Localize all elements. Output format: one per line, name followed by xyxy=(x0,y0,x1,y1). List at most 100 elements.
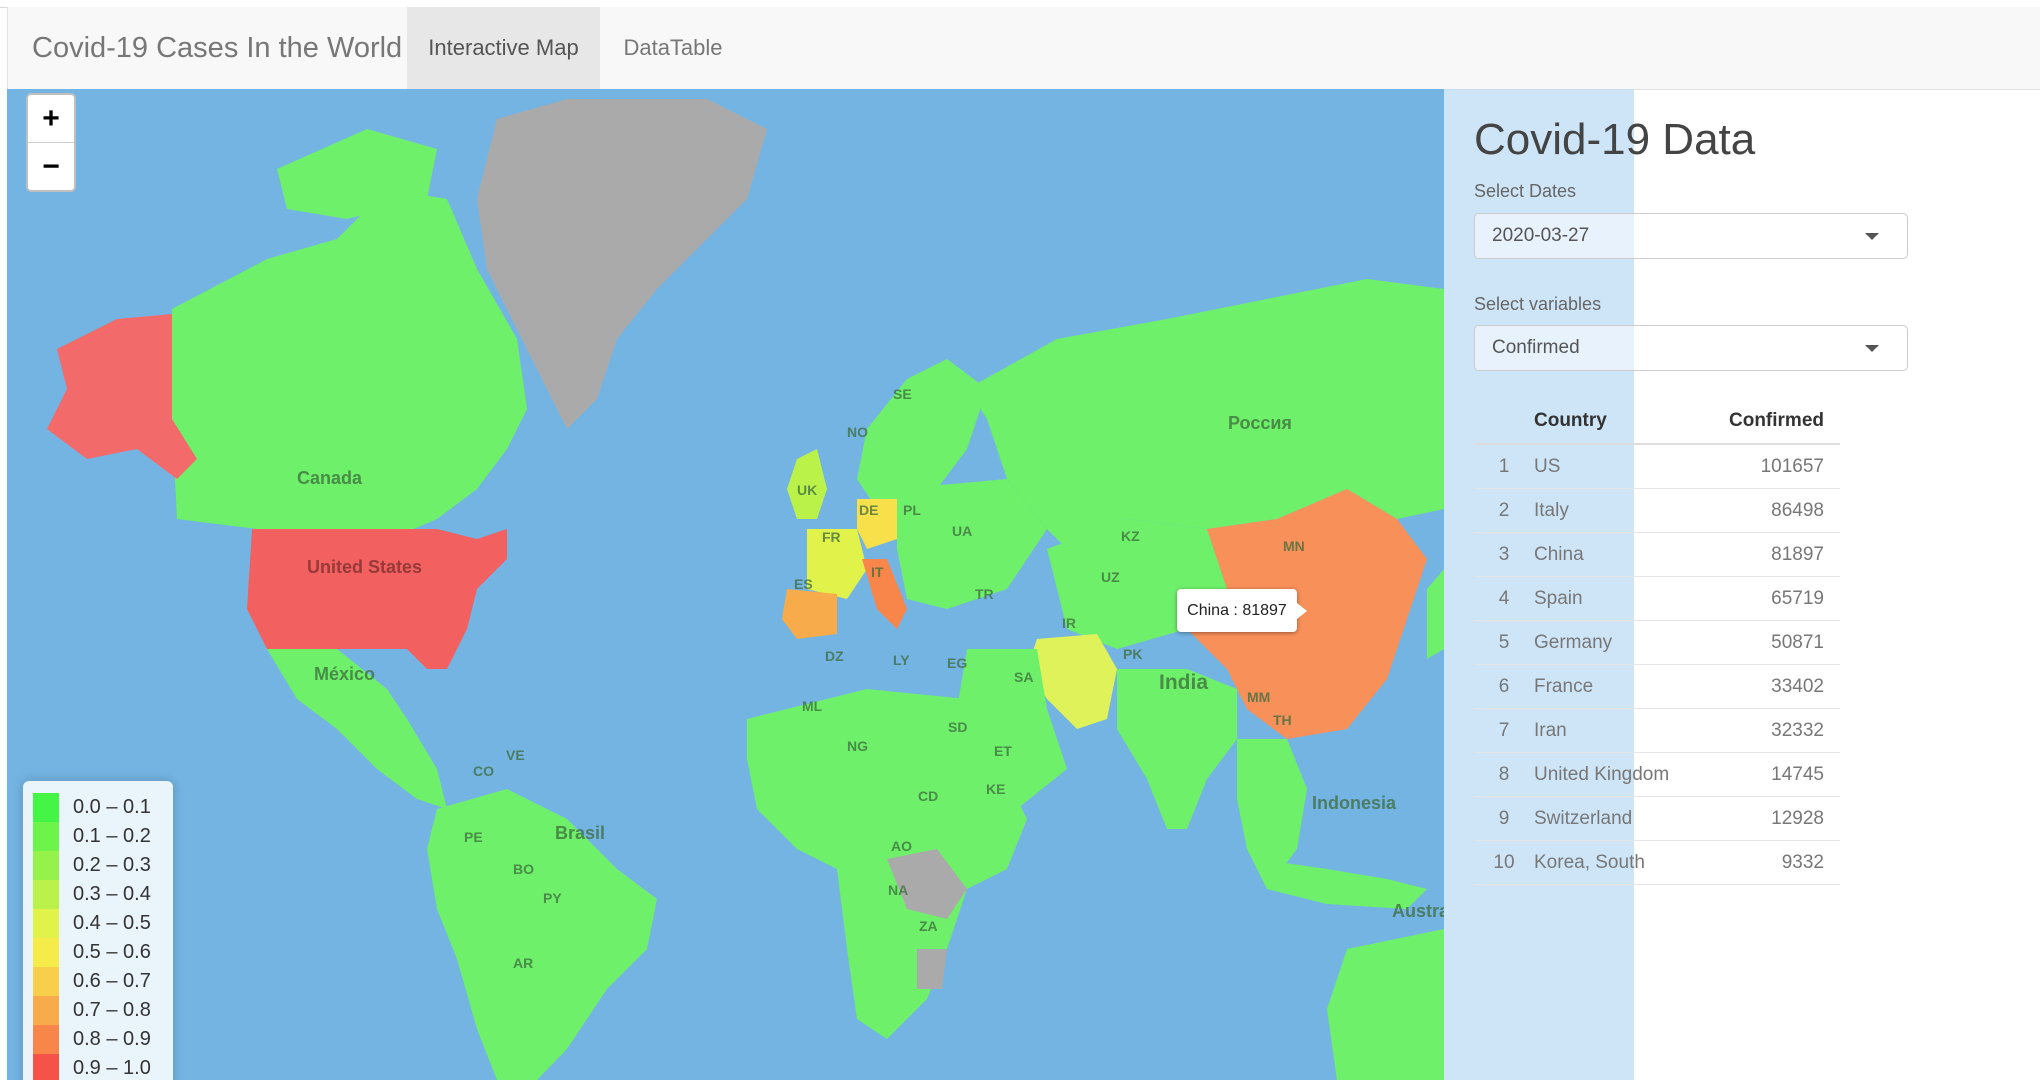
zoom-out-button[interactable]: − xyxy=(28,143,74,190)
cell-rank: 4 xyxy=(1474,576,1533,621)
cell-rank: 7 xyxy=(1474,708,1533,753)
select-dates-value: 2020-03-27 xyxy=(1492,225,1590,246)
legend-label: 0.1 – 0.2 xyxy=(73,825,151,847)
table-row[interactable]: 7 Iran 32332 xyxy=(1474,708,1840,753)
table-row[interactable]: 1 US 101657 xyxy=(1474,444,1840,489)
legend-item: 0.0 – 0.1 xyxy=(33,793,163,822)
label-na: NA xyxy=(888,882,909,898)
legend-swatch xyxy=(33,909,59,938)
cell-country: Italy xyxy=(1533,488,1705,533)
map-tooltip: China : 81897 xyxy=(1177,589,1307,632)
table-row[interactable]: 3 China 81897 xyxy=(1474,532,1840,577)
legend-item: 0.5 – 0.6 xyxy=(33,938,163,967)
legend-label: 0.3 – 0.4 xyxy=(73,883,151,905)
legend-swatch xyxy=(33,851,59,880)
label-ly: LY xyxy=(893,652,910,668)
label-bo: BO xyxy=(513,861,534,877)
label-no: NO xyxy=(847,424,868,440)
select-dates-dropdown[interactable]: 2020-03-27 xyxy=(1474,213,1908,259)
side-panel: Covid-19 Data Select Dates 2020-03-27 Se… xyxy=(1474,89,2040,1080)
spain xyxy=(782,589,837,639)
italy xyxy=(862,559,907,629)
cell-confirmed: 86498 xyxy=(1705,488,1840,533)
cell-confirmed: 65719 xyxy=(1705,576,1840,621)
japan xyxy=(1427,569,1444,659)
table-row[interactable]: 4 Spain 65719 xyxy=(1474,576,1840,621)
world-map[interactable]: Canada United States México Brasil Росси… xyxy=(7,89,1444,1080)
legend-item: 0.7 – 0.8 xyxy=(33,996,163,1025)
label-uz: UZ xyxy=(1101,569,1120,585)
canada xyxy=(172,189,527,549)
table-header-row: Country Confirmed xyxy=(1474,399,1840,445)
label-es: ES xyxy=(794,576,813,592)
cell-rank: 8 xyxy=(1474,752,1533,797)
table-row[interactable]: 9 Switzerland 12928 xyxy=(1474,796,1840,841)
cell-country: Korea, South xyxy=(1533,840,1705,885)
map-legend: 0.0 – 0.1 0.1 – 0.2 0.2 – 0.3 0.3 – 0.4 0.4 … xyxy=(23,781,173,1080)
legend-label: 0.8 – 0.9 xyxy=(73,1028,151,1050)
cell-confirmed: 9332 xyxy=(1705,840,1840,885)
chevron-down-icon xyxy=(1865,233,1879,240)
label-united-states: United States xyxy=(307,557,423,577)
legend-swatch xyxy=(33,822,59,851)
table-row[interactable]: 10 Korea, South 9332 xyxy=(1474,840,1840,885)
legend-label: 0.5 – 0.6 xyxy=(73,941,151,963)
legend-item: 0.4 – 0.5 xyxy=(33,909,163,938)
table-row[interactable]: 5 Germany 50871 xyxy=(1474,620,1840,665)
header-confirmed[interactable]: Confirmed xyxy=(1705,399,1840,445)
legend-swatch xyxy=(33,1025,59,1054)
zoom-in-button[interactable]: + xyxy=(28,95,74,143)
legend-item: 0.9 – 1.0 xyxy=(33,1054,163,1080)
map-canvas[interactable] xyxy=(7,89,1444,1080)
label-cd: CD xyxy=(918,788,939,804)
label-ve: VE xyxy=(506,747,525,763)
table-row[interactable]: 6 France 33402 xyxy=(1474,664,1840,709)
select-variables-value: Confirmed xyxy=(1492,337,1580,358)
legend-label: 0.6 – 0.7 xyxy=(73,970,151,992)
label-dz: DZ xyxy=(825,648,844,664)
legend-item: 0.1 – 0.2 xyxy=(33,822,163,851)
chevron-down-icon xyxy=(1865,345,1879,352)
cell-rank: 9 xyxy=(1474,796,1533,841)
label-pl: PL xyxy=(903,502,921,518)
tab-datatable[interactable]: DataTable xyxy=(608,7,738,89)
header-country[interactable]: Country xyxy=(1533,399,1705,445)
cell-rank: 2 xyxy=(1474,488,1533,533)
navbar: Covid-19 Cases In the World Interactive … xyxy=(7,7,2040,90)
header-rank[interactable] xyxy=(1474,399,1533,445)
label-ke: KE xyxy=(986,781,1006,797)
cell-country: Germany xyxy=(1533,620,1705,665)
label-canada: Canada xyxy=(297,468,363,488)
cell-rank: 3 xyxy=(1474,532,1533,577)
label-ml: ML xyxy=(802,698,823,714)
label-it: IT xyxy=(871,564,884,580)
legend-label: 0.4 – 0.5 xyxy=(73,912,151,934)
legend-swatch xyxy=(33,996,59,1025)
table-row[interactable]: 8 United Kingdom 14745 xyxy=(1474,752,1840,797)
app-window: Covid-19 Cases In the World Interactive … xyxy=(0,0,2040,1080)
label-ir: IR xyxy=(1062,615,1076,631)
legend-swatch xyxy=(33,880,59,909)
label-eg: EG xyxy=(947,655,968,671)
cell-confirmed: 101657 xyxy=(1705,444,1840,489)
label-ao: AO xyxy=(891,838,912,854)
label-india: India xyxy=(1159,671,1209,694)
label-pe: PE xyxy=(464,829,483,845)
select-variables-dropdown[interactable]: Confirmed xyxy=(1474,325,1908,371)
select-variables-label: Select variables xyxy=(1474,294,1602,314)
label-brasil: Brasil xyxy=(555,823,606,843)
legend-item: 0.6 – 0.7 xyxy=(33,967,163,996)
cell-country: United Kingdom xyxy=(1533,752,1705,797)
legend-label: 0.9 – 1.0 xyxy=(73,1057,151,1079)
label-sd: SD xyxy=(948,719,968,735)
table-row[interactable]: 2 Italy 86498 xyxy=(1474,488,1840,533)
label-pk: PK xyxy=(1123,646,1143,662)
label-indonesia: Indonesia xyxy=(1312,793,1397,813)
cell-confirmed: 33402 xyxy=(1705,664,1840,709)
table-body: 1 US 101657 2 Italy 86498 3 China 81897 4 Spain 657… xyxy=(1474,444,1840,885)
select-dates-label: Select Dates xyxy=(1474,181,1577,201)
cell-confirmed: 81897 xyxy=(1705,532,1840,577)
usa xyxy=(247,529,507,669)
tab-interactive-map[interactable]: Interactive Map xyxy=(407,7,600,89)
cell-confirmed: 32332 xyxy=(1705,708,1840,753)
